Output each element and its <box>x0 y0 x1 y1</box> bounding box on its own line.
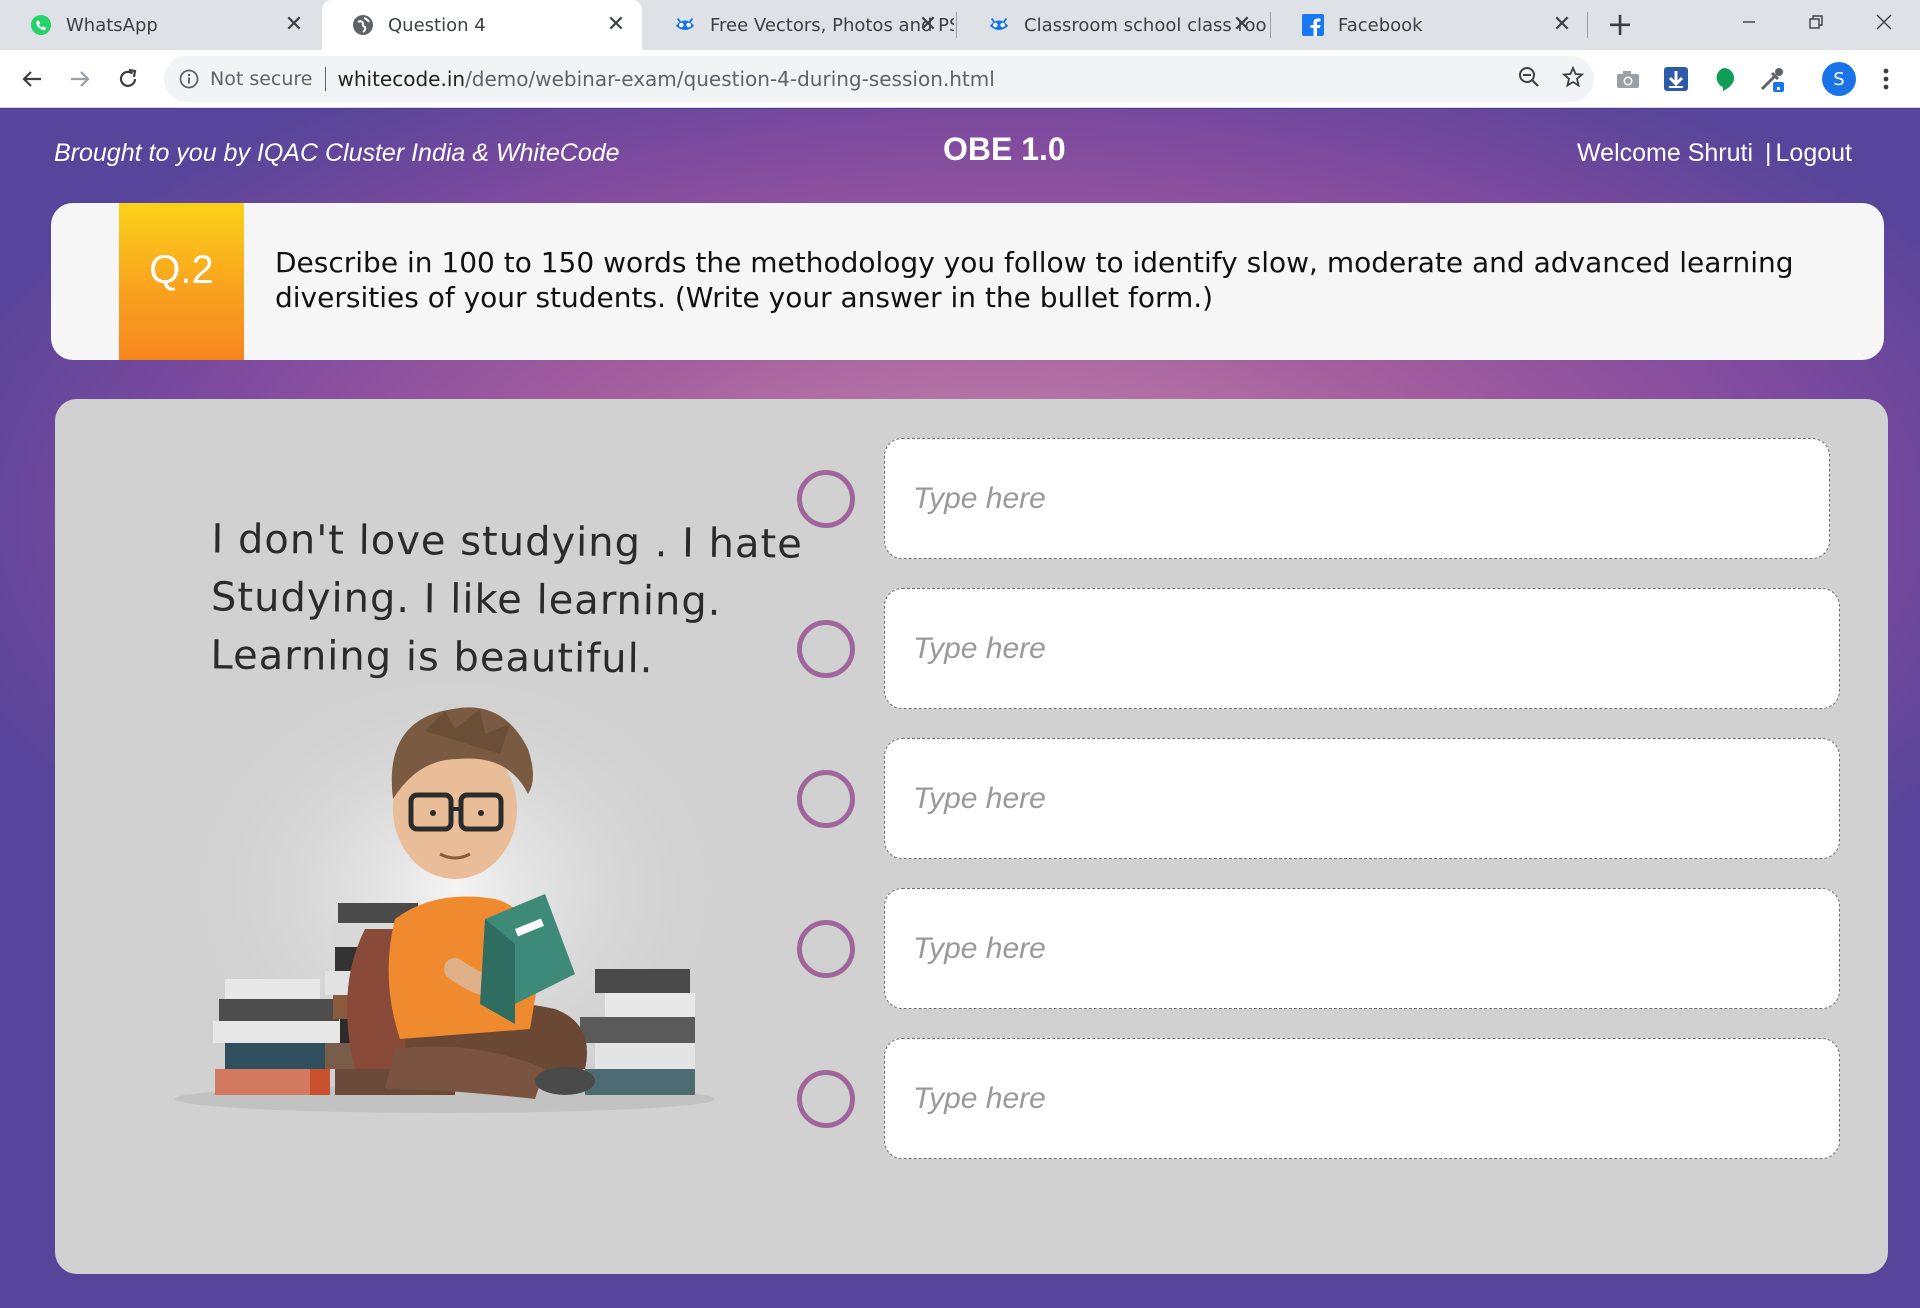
bookmark-star-icon[interactable] <box>1561 65 1585 92</box>
question-number-badge: Q.2 <box>119 203 244 360</box>
reload-icon <box>119 68 137 87</box>
close-icon[interactable]: ✕ <box>282 13 306 37</box>
answer-placeholder: Type here <box>913 781 1046 815</box>
logout-link[interactable]: Logout <box>1776 139 1852 168</box>
restore-icon <box>1809 15 1823 29</box>
browser-toolbar: Not secure whitecode.in/demo/webinar-exa… <box>0 50 1920 108</box>
question-number: Q.2 <box>149 248 214 292</box>
arrow-right-icon <box>71 71 90 87</box>
close-icon[interactable]: ✕ <box>916 13 940 37</box>
close-window-button[interactable] <box>1854 0 1914 44</box>
answer-input[interactable]: Type here <box>884 438 1830 559</box>
close-icon[interactable]: ✕ <box>604 13 628 37</box>
page-title: OBE 1.0 <box>943 131 1066 167</box>
hangouts-icon[interactable] <box>1708 63 1740 95</box>
tab-freepik-vectors[interactable]: Free Vectors, Photos and PS ✕ <box>644 0 954 50</box>
arrow-left-icon <box>22 71 41 87</box>
tab-facebook[interactable]: Facebook ✕ <box>1272 0 1588 50</box>
whatsapp-icon <box>30 14 52 36</box>
bullet-radio[interactable] <box>797 1070 855 1128</box>
tab-freepik-classroom[interactable]: Classroom school class roo ✕ <box>958 0 1268 50</box>
answer-placeholder: Type here <box>913 931 1046 965</box>
camera-icon[interactable] <box>1612 63 1644 95</box>
address-bar[interactable]: Not secure whitecode.in/demo/webinar-exa… <box>164 56 1594 102</box>
answer-placeholder: Type here <box>913 631 1046 665</box>
answer-input[interactable]: Type here <box>884 1038 1840 1159</box>
security-label: Not secure <box>210 68 313 90</box>
info-icon[interactable] <box>178 68 200 90</box>
menu-kebab-icon[interactable] <box>1874 62 1898 96</box>
close-icon[interactable]: ✕ <box>1230 13 1254 37</box>
student-reading-illustration: I don't love studying . I hate Studying.… <box>155 509 803 1129</box>
tab-question-4[interactable]: Question 4 ✕ <box>322 0 642 50</box>
answer-input[interactable]: Type here <box>884 588 1840 709</box>
profile-avatar[interactable]: S <box>1822 62 1856 96</box>
bullet-radio[interactable] <box>797 470 855 528</box>
tab-divider <box>1270 12 1271 38</box>
minimize-icon <box>1743 21 1755 23</box>
answer-placeholder: Type here <box>913 481 1046 515</box>
close-icon <box>1876 14 1892 30</box>
user-greeting: Welcome Shruti | Logout <box>1577 139 1852 168</box>
forward-button[interactable] <box>62 61 98 97</box>
header-separator: | <box>1765 139 1772 167</box>
back-button[interactable] <box>14 61 50 97</box>
answer-input[interactable]: Type here <box>884 738 1840 859</box>
freepik-icon <box>988 14 1010 36</box>
download-extension-icon[interactable] <box>1660 63 1692 95</box>
freepik-icon <box>674 14 696 36</box>
reload-button[interactable] <box>110 61 146 97</box>
answer-placeholder: Type here <box>913 1081 1046 1115</box>
bullet-radio[interactable] <box>797 770 855 828</box>
minimize-button[interactable] <box>1719 0 1779 44</box>
answer-input[interactable]: Type here <box>884 888 1840 1009</box>
close-icon[interactable]: ✕ <box>1550 13 1574 37</box>
bullet-radio[interactable] <box>797 920 855 978</box>
student-figure-icon <box>175 659 735 1119</box>
tab-whatsapp[interactable]: WhatsApp ✕ <box>0 0 320 50</box>
facebook-icon <box>1302 14 1324 36</box>
url-text[interactable]: whitecode.in/demo/webinar-exam/question-… <box>338 67 995 91</box>
new-tab-button[interactable]: + <box>1603 8 1637 42</box>
brand-tagline: Brought to you by IQAC Cluster India & W… <box>54 139 620 167</box>
bullet-radio[interactable] <box>797 620 855 678</box>
question-text: Describe in 100 to 150 words the methodo… <box>275 246 1794 314</box>
url-path: /demo/webinar-exam/question-4-during-ses… <box>465 67 995 91</box>
omnibox-divider <box>324 67 326 91</box>
zoom-out-icon[interactable] <box>1518 66 1540 92</box>
question-card: Q.2 Describe in 100 to 150 words the met… <box>51 203 1884 360</box>
browser-tab-strip: WhatsApp ✕ Question 4 ✕ Free Vectors, Ph… <box>0 0 1920 50</box>
answer-panel: I don't love studying . I hate Studying.… <box>55 399 1888 1274</box>
tab-divider <box>956 12 957 38</box>
url-host: whitecode.in <box>337 67 466 91</box>
exam-page: Brought to you by IQAC Cluster India & W… <box>0 109 1920 1308</box>
eyedropper-icon[interactable] <box>1756 63 1788 95</box>
globe-icon <box>352 14 374 36</box>
restore-button[interactable] <box>1786 0 1846 44</box>
welcome-text: Welcome Shruti <box>1577 139 1754 167</box>
tab-divider <box>1587 12 1588 38</box>
